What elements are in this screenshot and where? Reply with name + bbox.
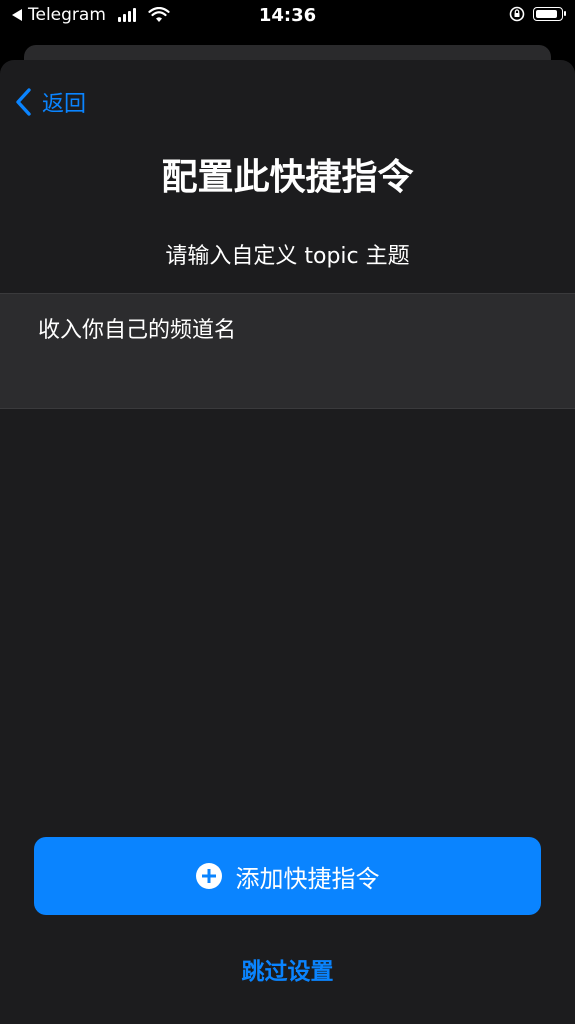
shortcut-config-sheet: 返回 配置此快捷指令 请输入自定义 topic 主题 收入你自己的频道名 添加快… bbox=[0, 60, 575, 1024]
skip-setup-link[interactable]: 跳过设置 bbox=[0, 952, 575, 986]
back-button[interactable]: 返回 bbox=[14, 86, 86, 118]
add-shortcut-label: 添加快捷指令 bbox=[235, 864, 380, 893]
page-subtitle: 请输入自定义 topic 主题 bbox=[165, 244, 410, 269]
topic-input-value: 收入你自己的频道名 bbox=[38, 318, 237, 343]
topic-input-field[interactable]: 收入你自己的频道名 bbox=[0, 293, 575, 409]
chevron-left-icon bbox=[16, 88, 31, 116]
battery-icon bbox=[533, 7, 566, 21]
status-time: 14:36 bbox=[258, 5, 317, 26]
plus-circle-icon bbox=[195, 863, 222, 889]
page-title: 配置此快捷指令 bbox=[161, 157, 414, 198]
add-shortcut-button[interactable]: 添加快捷指令 bbox=[34, 837, 541, 915]
orientation-lock-icon bbox=[509, 6, 525, 22]
status-right bbox=[509, 6, 566, 22]
status-bar: Telegram 14:36 bbox=[0, 0, 575, 34]
screen: Telegram 14:36 返回 配置此快捷指令 请输入自定义 topic 主… bbox=[0, 0, 575, 1024]
back-button-label: 返回 bbox=[42, 92, 87, 117]
battery-fill bbox=[536, 10, 557, 18]
